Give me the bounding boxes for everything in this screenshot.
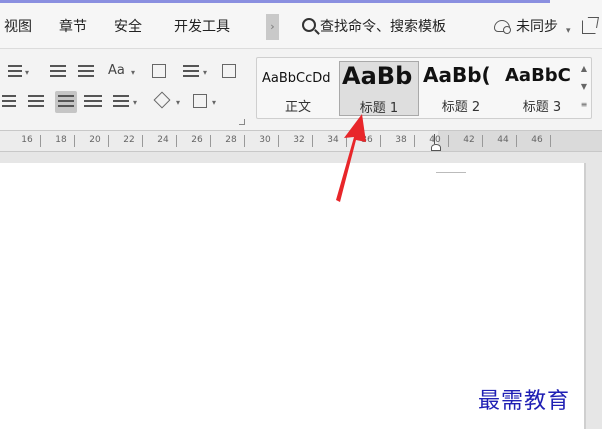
arrow-shape bbox=[336, 114, 366, 202]
red-arrow-annotation bbox=[336, 114, 366, 202]
watermark-text: 最需教育 bbox=[478, 389, 571, 414]
wps-writer-window: 视图 章节 安全 开发工具 › 查找命令、搜索模板 未同步 ▾ ▾ Aa ▾ ▾… bbox=[0, 0, 602, 429]
